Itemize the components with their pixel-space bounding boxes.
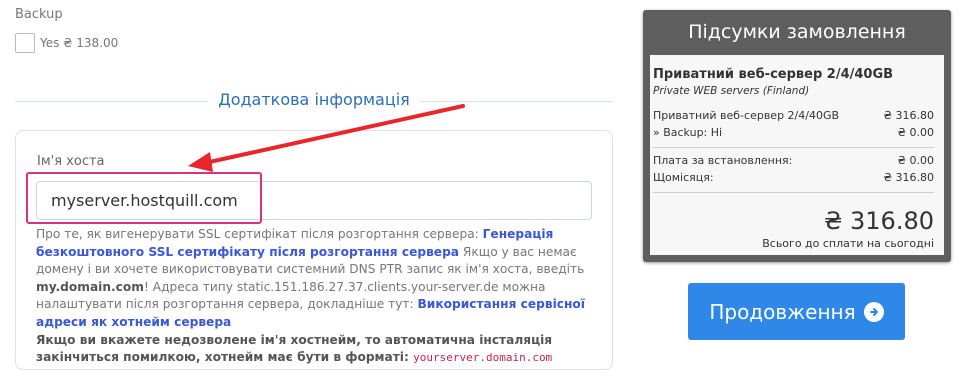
order-summary-body: Приватний веб-сервер 2/4/40GB Private WE… [650,55,944,255]
total-amount: ₴ 316.80 [823,207,934,235]
summary-divider [653,192,934,193]
order-summary-title: Підсумки замовлення [688,21,906,43]
hostname-label: Ім'я хоста [37,154,105,169]
arrow-circle-right-icon [863,301,884,322]
continue-button[interactable]: Продовження [688,283,905,340]
backup-option-label: Yes ₴ 138.00 [40,36,119,50]
backup-label: Backup [15,7,63,22]
product-name: Приватний веб-сервер 2/4/40GB [653,67,894,82]
total-caption: Всього до сплати на сьогодні [762,237,934,250]
summary-divider [653,147,934,148]
order-summary-panel: Підсумки замовлення Приватний веб-сервер… [643,10,951,262]
backup-option[interactable]: Yes ₴ 138.00 [15,33,118,53]
summary-line: » Backup: Ні ₴ 0.00 [653,126,934,139]
hostname-format: yourserver.domain.com [413,351,553,365]
hostname-help-text: Про те, як вигенерувати SSL сертифікат п… [36,227,585,365]
continue-button-label: Продовження [709,299,856,324]
summary-fee-line: Щомісяця: ₴ 316.80 [653,171,934,184]
section-title: Додаткова інформація [0,90,628,109]
product-group: Private WEB servers (Finland) [653,85,810,97]
summary-fee-line: Плата за встановлення: ₴ 0.00 [653,154,934,167]
summary-line: Приватний веб-сервер 2/4/40GB ₴ 316.80 [653,109,934,122]
example-hostname: my.domain.com [36,279,144,294]
backup-checkbox[interactable] [15,33,35,53]
hostname-input[interactable] [36,181,592,220]
